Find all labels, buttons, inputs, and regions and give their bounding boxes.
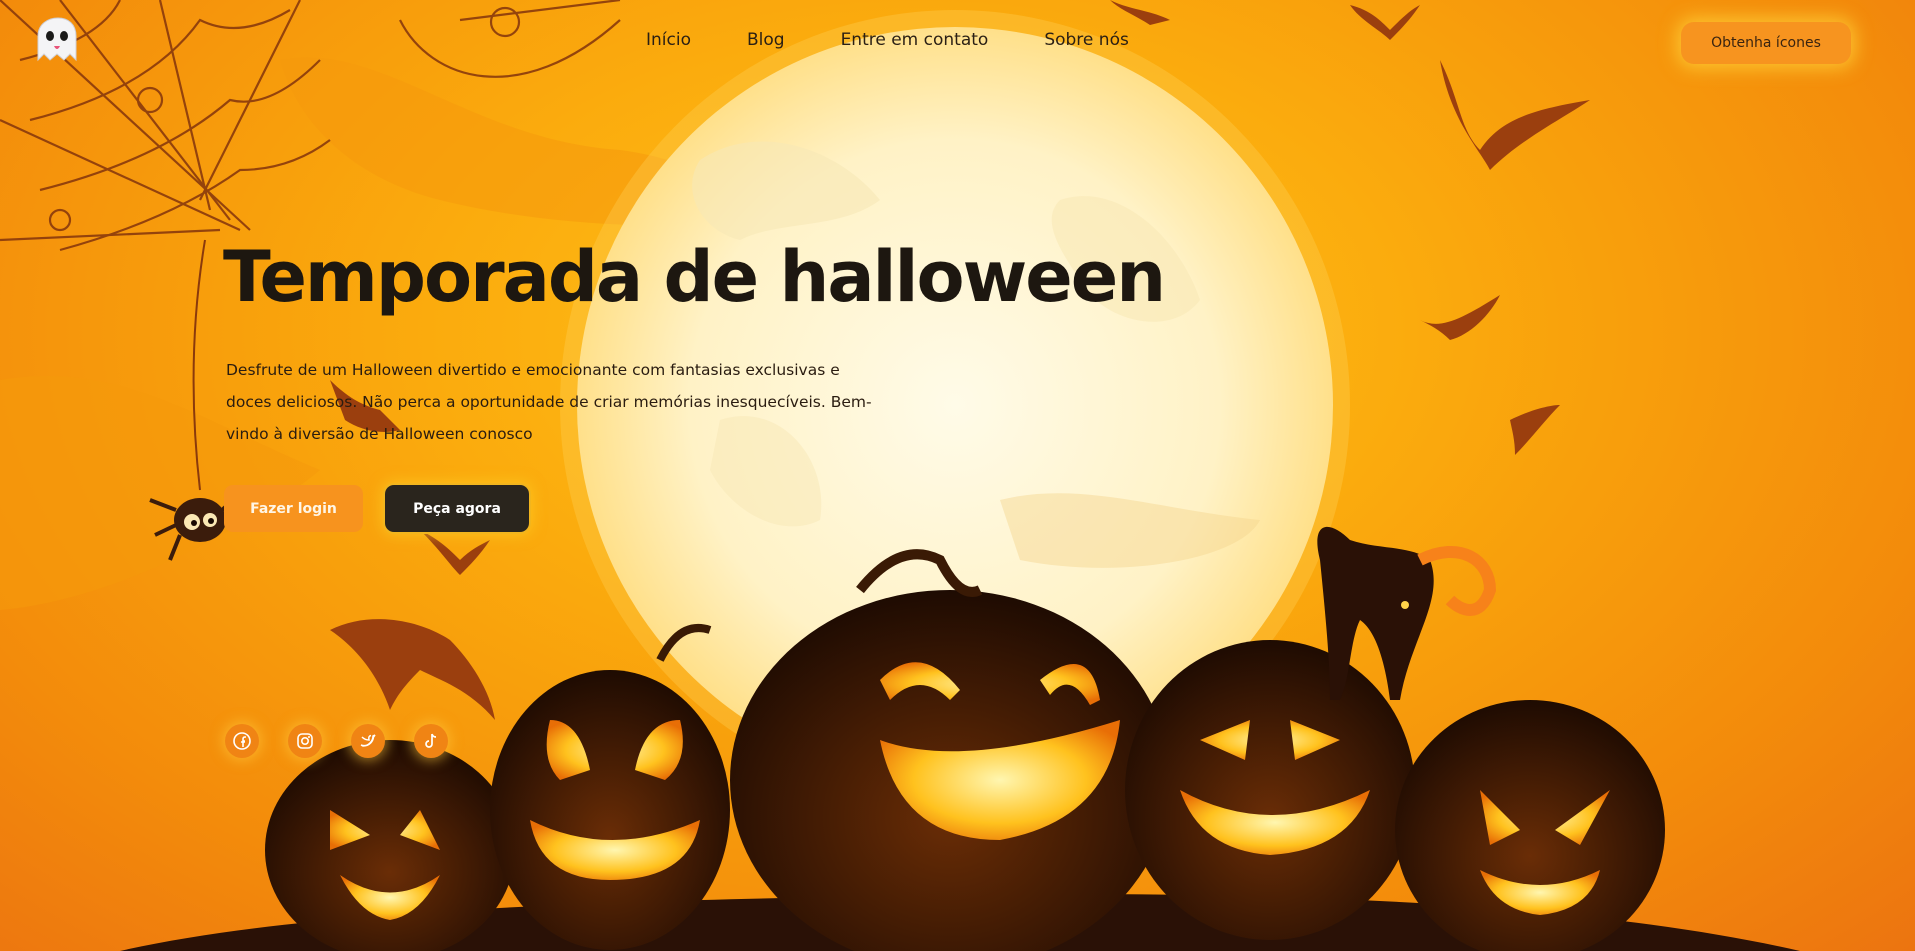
nav-link-inicio[interactable]: Início xyxy=(646,30,691,50)
main-navigation: Início Blog Entre em contato Sobre nós xyxy=(646,30,1185,50)
pumpkin-icon xyxy=(1395,700,1665,951)
login-button[interactable]: Fazer login xyxy=(224,485,363,532)
tiktok-icon[interactable] xyxy=(414,724,448,758)
instagram-icon[interactable] xyxy=(288,724,322,758)
pumpkin-icon xyxy=(265,740,515,951)
twitter-icon[interactable] xyxy=(351,724,385,758)
cat-icon xyxy=(1317,526,1497,700)
order-now-button[interactable]: Peça agora xyxy=(385,485,529,532)
hero-description: Desfrute de um Halloween divertido e emo… xyxy=(226,361,872,443)
nav-link-contato[interactable]: Entre em contato xyxy=(841,30,989,50)
halloween-illustration xyxy=(0,0,1800,951)
nav-link-sobre[interactable]: Sobre nós xyxy=(1044,30,1129,50)
pumpkin-icon xyxy=(1125,640,1415,940)
ghost-logo-icon[interactable] xyxy=(30,16,84,64)
nav-link-blog[interactable]: Blog xyxy=(747,30,785,50)
facebook-icon[interactable] xyxy=(225,724,259,758)
hero-title: Temporada de halloween xyxy=(223,236,1166,318)
get-icons-button[interactable]: Obtenha ícones xyxy=(1681,22,1851,64)
